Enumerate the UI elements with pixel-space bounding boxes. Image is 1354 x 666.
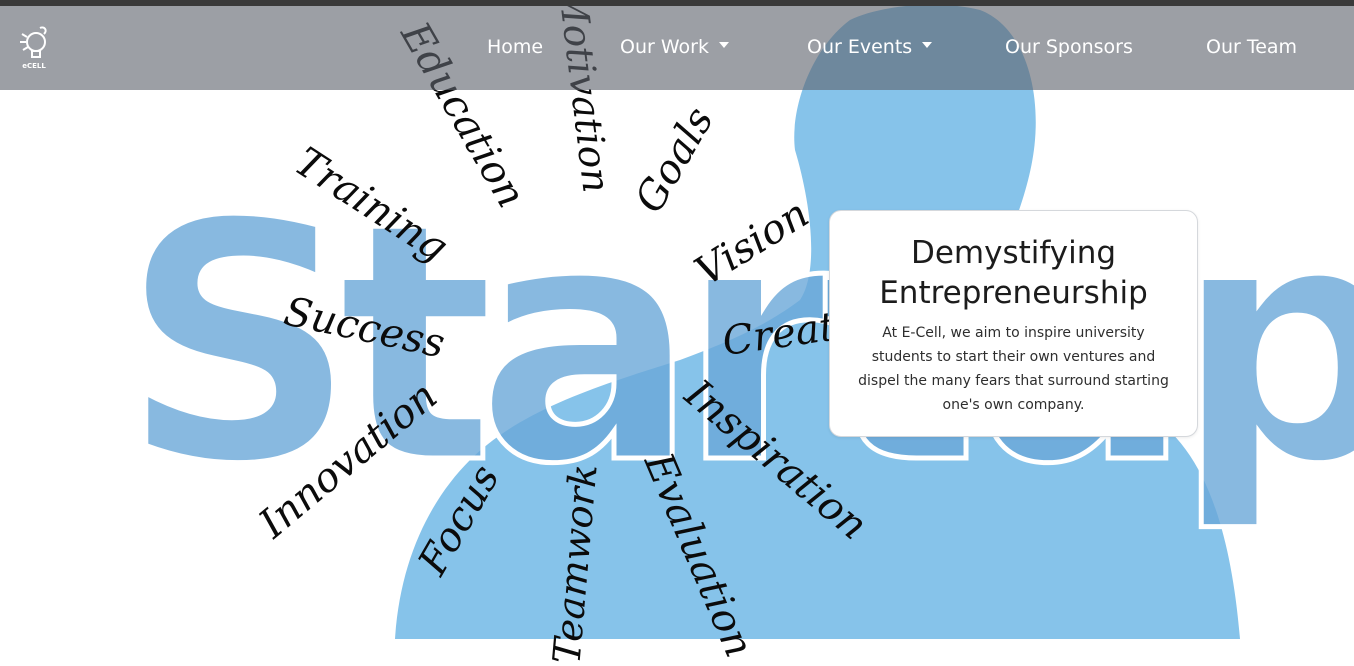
nav-our-events[interactable]: Our Events	[807, 36, 933, 58]
card-description: At E-Cell, we aim to inspire university …	[858, 325, 1169, 413]
nav-our-sponsors[interactable]: Our Sponsors	[1005, 36, 1133, 58]
card-title-line-1: Demystifying	[910, 235, 1117, 271]
intro-card: Demystifying Entrepreneurship At E-Cell,…	[829, 210, 1198, 437]
browser-top-strip	[0, 0, 1354, 6]
chevron-down-icon	[922, 41, 933, 48]
nav-our-team[interactable]: Our Team	[1206, 36, 1297, 58]
chevron-down-icon	[718, 41, 729, 48]
card-title-line-2: Entrepreneurship	[879, 275, 1148, 311]
ecell-logo-icon[interactable]	[14, 24, 54, 80]
card-title: Demystifying Entrepreneurship	[830, 233, 1197, 313]
nav-our-work[interactable]: Our Work	[620, 36, 729, 58]
navbar: eCELL Home Our Work Our Events Our Spons…	[0, 6, 1354, 90]
nav-home[interactable]: Home	[487, 36, 543, 58]
logo-text: eCELL	[22, 62, 46, 70]
